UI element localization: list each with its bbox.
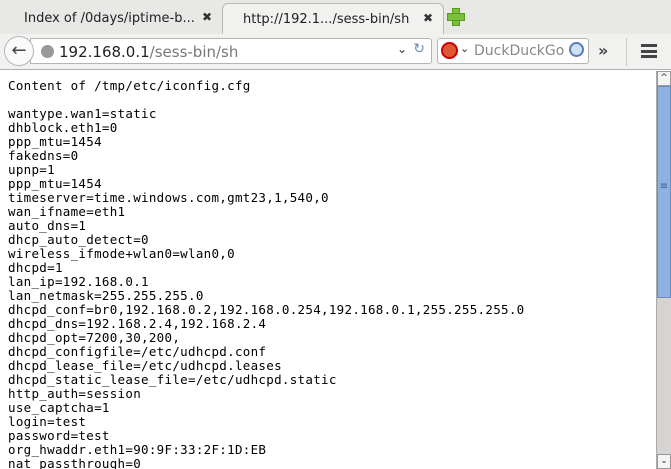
tab-index-of-0days[interactable]: Index of /0days/iptime-b... ✖: [4, 3, 222, 34]
config-line: ppp_mtu=1454: [8, 134, 102, 149]
url-host: 192.168.0.1: [59, 43, 150, 61]
search-placeholder: DuckDuckGo: [474, 43, 565, 59]
scroll-up-icon[interactable]: ^: [657, 71, 671, 86]
config-line: dhcp_auto_detect=0: [8, 232, 149, 247]
config-line: dhblock.eth1=0: [8, 120, 118, 135]
vertical-scrollbar[interactable]: ^ ≡ ⌄: [656, 71, 671, 469]
config-line: password=test: [8, 428, 110, 443]
config-line: wan_ifname=eth1: [8, 204, 126, 219]
chevron-down-icon[interactable]: ⌄: [397, 42, 407, 56]
tab-label: http://192.1.../sess-bin/sh: [243, 12, 410, 27]
config-line: wantype.wan1=static: [8, 106, 157, 121]
config-line: dhcpd_configfile=/etc/udhcpd.conf: [8, 344, 267, 359]
back-button[interactable]: ←: [4, 36, 34, 66]
overflow-chevron-button[interactable]: »: [598, 41, 608, 60]
globe-icon: [41, 45, 54, 58]
config-line: lan_netmask=255.255.255.0: [8, 288, 204, 303]
reload-icon[interactable]: ↻: [413, 41, 425, 57]
scroll-down-icon[interactable]: ⌄: [657, 454, 671, 469]
chevron-down-icon[interactable]: ⌄: [460, 42, 469, 55]
config-line: ppp_mtu=1454: [8, 176, 102, 191]
navigation-toolbar: 192.168.0.1/sess-bin/sh ⌄ ↻ ← ⌄ DuckDuck…: [0, 34, 671, 70]
config-line: timeserver=time.windows.com,gmt23,1,540,…: [8, 190, 329, 205]
new-tab-plus-icon[interactable]: [447, 8, 465, 26]
config-line: dhcpd_conf=br0,192.168.0.2,192.168.0.254…: [8, 302, 525, 317]
config-line: dhcpd_opt=7200,30,200,: [8, 330, 181, 345]
close-tab-icon[interactable]: ✖: [202, 10, 212, 24]
config-line: auto_dns=1: [8, 218, 87, 233]
config-line: org_hwaddr.eth1=90:9F:33:2F:1D:EB: [8, 442, 267, 457]
content-heading: Content of /tmp/etc/iconfig.cfg: [8, 78, 251, 93]
config-line: nat_passthrough=0: [8, 456, 142, 469]
url-bar[interactable]: 192.168.0.1/sess-bin/sh ⌄ ↻: [30, 38, 432, 64]
search-icon[interactable]: [569, 42, 584, 57]
back-arrow-icon: ←: [11, 40, 27, 61]
config-line: wireless_ifmode+wlan0=wlan0,0: [8, 246, 235, 261]
config-line: dhcpd=1: [8, 260, 63, 275]
toolbar-divider: [626, 38, 627, 66]
scrollbar-thumb[interactable]: ≡: [657, 86, 671, 298]
config-line: dhcpd_lease_file=/etc/udhcpd.leases: [8, 358, 282, 373]
hamburger-menu-icon[interactable]: [641, 44, 657, 58]
tab-sess-bin-sh[interactable]: http://192.1.../sess-bin/sh ✖: [222, 3, 444, 34]
close-tab-icon[interactable]: ✖: [423, 11, 433, 25]
config-line: dhcpd_static_lease_file=/etc/udhcpd.stat…: [8, 372, 337, 387]
tab-label: Index of /0days/iptime-b...: [24, 11, 195, 26]
page-content: Content of /tmp/etc/iconfig.cfg wantype.…: [0, 71, 656, 469]
url-path: /sess-bin/sh: [149, 43, 239, 61]
config-line: http_auth=session: [8, 386, 142, 401]
config-line: login=test: [8, 414, 87, 429]
duckduckgo-icon[interactable]: [441, 42, 458, 59]
config-line: dhcpd_dns=192.168.2.4,192.168.2.4: [8, 316, 267, 331]
config-lines: wantype.wan1=static dhblock.eth1=0 ppp_m…: [8, 106, 525, 469]
search-input[interactable]: ⌄ DuckDuckGo: [437, 38, 589, 64]
config-text: Content of /tmp/etc/iconfig.cfg wantype.…: [0, 71, 656, 469]
config-line: upnp=1: [8, 162, 55, 177]
config-line: fakedns=0: [8, 148, 79, 163]
tab-bar: Index of /0days/iptime-b... ✖ http://192…: [0, 0, 671, 34]
config-line: lan_ip=192.168.0.1: [8, 274, 149, 289]
config-line: use_captcha=1: [8, 400, 110, 415]
